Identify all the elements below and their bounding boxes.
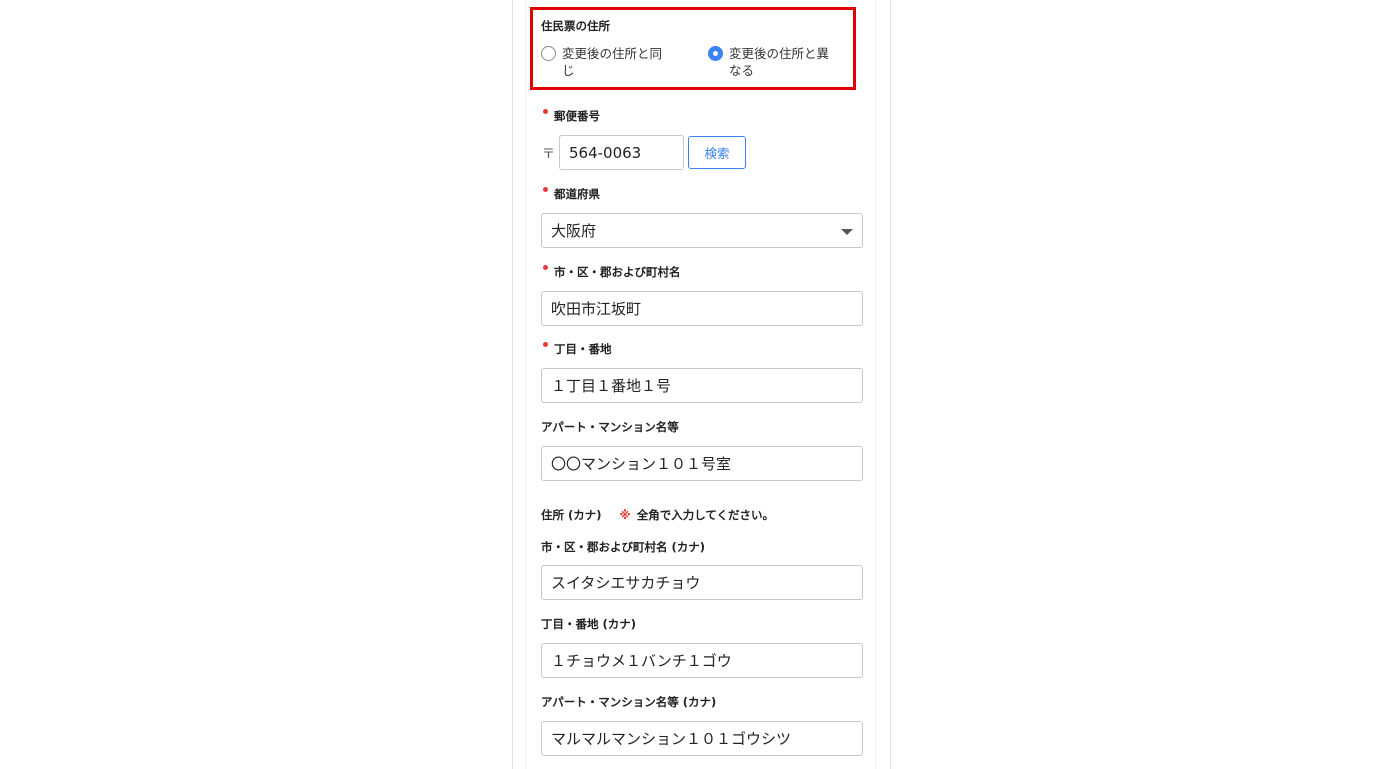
postal-mark-icon: 〒 — [542, 147, 556, 162]
block-kana-label: 丁目・番地 (カナ) — [541, 617, 637, 631]
required-indicator — [543, 187, 548, 192]
required-indicator — [543, 342, 548, 347]
radio-unchecked-icon — [541, 46, 556, 61]
city-label: 市・区・郡および町村名 — [554, 265, 681, 279]
required-indicator — [543, 109, 548, 114]
panel-inner-border-left — [525, 0, 526, 769]
block-input[interactable]: １丁目１番地１号 — [541, 368, 863, 403]
address-form-page: 住民票の住所 変更後の住所と同じ 変更後の住所と異なる 郵便番号 〒 564-0… — [0, 0, 1386, 769]
radio-same-address[interactable]: 変更後の住所と同じ — [541, 45, 672, 79]
building-label: アパート・マンション名等 — [541, 420, 679, 434]
required-indicator — [543, 265, 548, 270]
panel-border-right — [890, 0, 891, 769]
postal-search-button[interactable]: 検索 — [688, 136, 746, 169]
panel-border-left — [512, 0, 513, 769]
city-kana-input[interactable]: スイタシエサカチョウ — [541, 565, 863, 600]
prefecture-value: 大阪府 — [551, 222, 597, 240]
residence-address-label: 住民票の住所 — [541, 19, 610, 33]
building-input[interactable]: 〇〇マンション１０１号室 — [541, 446, 863, 481]
block-kana-input[interactable]: １チョウメ１バンチ１ゴウ — [541, 643, 863, 678]
note-mark: ※ — [619, 508, 631, 522]
prefecture-label: 都道府県 — [554, 187, 600, 201]
panel-inner-border-right — [875, 0, 876, 769]
kana-section-header: 住所 (カナ) ※ 全角で入力してください。 — [541, 507, 774, 523]
radio-same-address-label: 変更後の住所と同じ — [562, 46, 663, 78]
radio-different-address[interactable]: 変更後の住所と異なる — [708, 45, 839, 79]
kana-note-text: 全角で入力してください。 — [636, 508, 775, 522]
prefecture-select[interactable]: 大阪府 — [541, 213, 863, 248]
block-label: 丁目・番地 — [554, 342, 612, 356]
radio-checked-icon — [708, 46, 723, 61]
chevron-down-icon — [841, 229, 853, 235]
building-kana-label: アパート・マンション名等 (カナ) — [541, 695, 717, 709]
city-input[interactable]: 吹田市江坂町 — [541, 291, 863, 326]
city-kana-label: 市・区・郡および町村名 (カナ) — [541, 540, 706, 554]
building-kana-input[interactable]: マルマルマンション１０１ゴウシツ — [541, 721, 863, 756]
radio-different-address-label: 変更後の住所と異なる — [729, 46, 830, 78]
postal-code-input[interactable]: 564-0063 — [559, 135, 684, 170]
kana-section-label: 住所 (カナ) — [541, 508, 602, 522]
postal-code-label: 郵便番号 — [554, 109, 600, 123]
